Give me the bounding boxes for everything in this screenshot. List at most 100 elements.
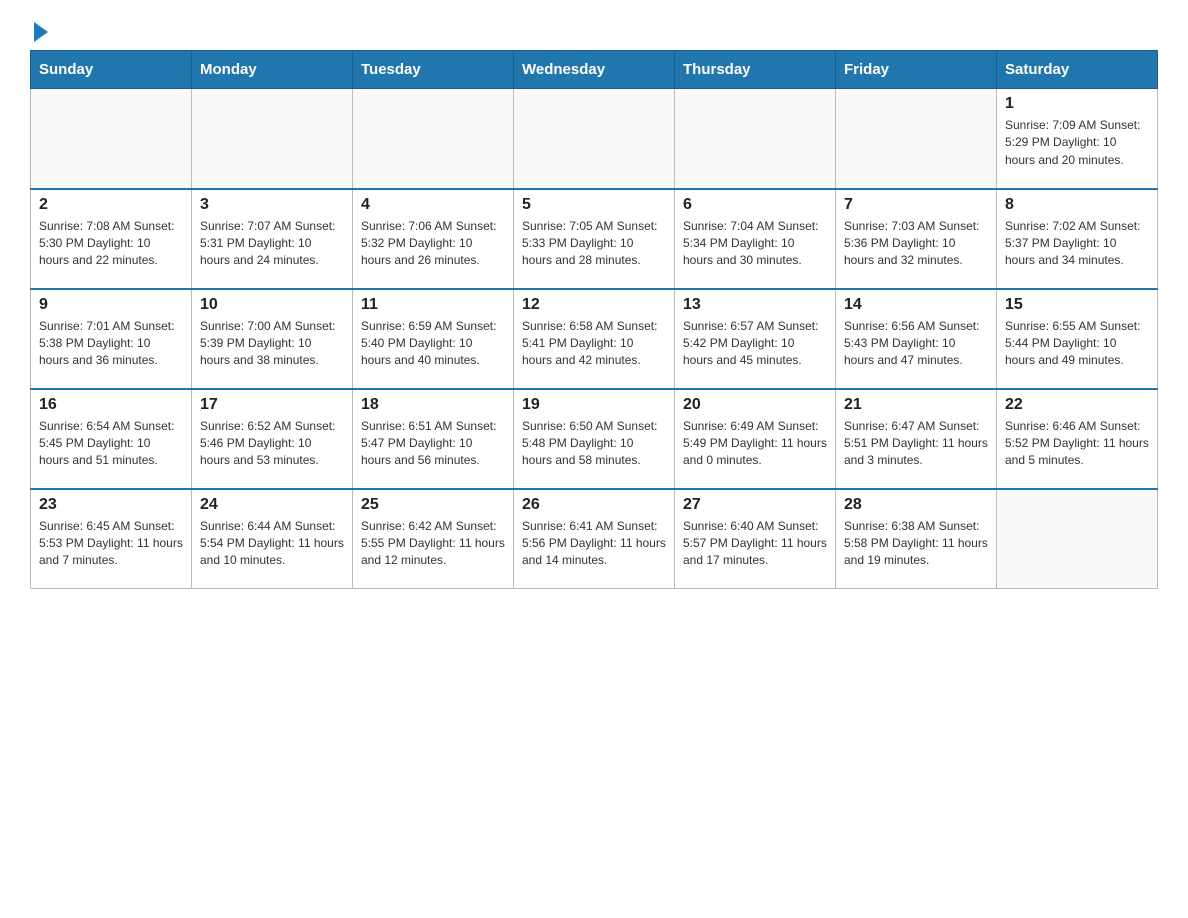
day-info: Sunrise: 6:58 AM Sunset: 5:41 PM Dayligh… xyxy=(522,318,666,370)
day-of-week-header: Monday xyxy=(192,51,353,89)
calendar-week-row: 23Sunrise: 6:45 AM Sunset: 5:53 PM Dayli… xyxy=(31,489,1158,589)
day-of-week-header: Sunday xyxy=(31,51,192,89)
day-number: 15 xyxy=(1005,296,1149,314)
calendar-day-cell xyxy=(353,89,514,189)
day-of-week-header: Thursday xyxy=(675,51,836,89)
day-number: 17 xyxy=(200,396,344,414)
logo-arrow-icon xyxy=(34,22,48,42)
calendar-day-cell: 13 Sunrise: 6:57 AM Sunset: 5:42 PM Dayli… xyxy=(675,289,836,389)
calendar-day-cell xyxy=(997,489,1158,589)
day-info: Sunrise: 7:04 AM Sunset: 5:34 PM Dayligh… xyxy=(683,218,827,270)
calendar-day-cell: 18Sunrise: 6:51 AM Sunset: 5:47 PM Dayli… xyxy=(353,389,514,489)
day-info: Sunrise: 6:40 AM Sunset: 5:57 PM Dayligh… xyxy=(683,518,827,570)
day-info: Sunrise: 6:49 AM Sunset: 5:49 PM Dayligh… xyxy=(683,418,827,470)
calendar-day-cell: 11 Sunrise: 6:59 AM Sunset: 5:40 PM Dayli… xyxy=(353,289,514,389)
calendar-week-row: 9 Sunrise: 7:01 AM Sunset: 5:38 PM Daylig… xyxy=(31,289,1158,389)
calendar-day-cell: 4 Sunrise: 7:06 AM Sunset: 5:32 PM Daylig… xyxy=(353,189,514,289)
day-info: Sunrise: 6:56 AM Sunset: 5:43 PM Dayligh… xyxy=(844,318,988,370)
day-info: Sunrise: 6:57 AM Sunset: 5:42 PM Dayligh… xyxy=(683,318,827,370)
calendar-day-cell xyxy=(192,89,353,189)
calendar-day-cell: 28 Sunrise: 6:38 AM Sunset: 5:58 PM Dayli… xyxy=(836,489,997,589)
calendar-day-cell: 26Sunrise: 6:41 AM Sunset: 5:56 PM Dayli… xyxy=(514,489,675,589)
calendar-header-row: SundayMondayTuesdayWednesdayThursdayFrid… xyxy=(31,51,1158,89)
day-number: 19 xyxy=(522,396,666,414)
day-number: 2 xyxy=(39,196,183,214)
day-number: 28 xyxy=(844,496,988,514)
calendar-day-cell: 10 Sunrise: 7:00 AM Sunset: 5:39 PM Dayli… xyxy=(192,289,353,389)
calendar-day-cell: 1 Sunrise: 7:09 AM Sunset: 5:29 PM Daylig… xyxy=(997,89,1158,189)
day-of-week-header: Tuesday xyxy=(353,51,514,89)
day-number: 20 xyxy=(683,396,827,414)
day-info: Sunrise: 6:50 AM Sunset: 5:48 PM Dayligh… xyxy=(522,418,666,470)
calendar-day-cell: 14 Sunrise: 6:56 AM Sunset: 5:43 PM Dayli… xyxy=(836,289,997,389)
day-number: 23 xyxy=(39,496,183,514)
day-info: Sunrise: 6:59 AM Sunset: 5:40 PM Dayligh… xyxy=(361,318,505,370)
day-info: Sunrise: 7:08 AM Sunset: 5:30 PM Dayligh… xyxy=(39,218,183,270)
day-info: Sunrise: 7:00 AM Sunset: 5:39 PM Dayligh… xyxy=(200,318,344,370)
day-of-week-header: Friday xyxy=(836,51,997,89)
calendar-day-cell: 7 Sunrise: 7:03 AM Sunset: 5:36 PM Daylig… xyxy=(836,189,997,289)
calendar-day-cell: 9 Sunrise: 7:01 AM Sunset: 5:38 PM Daylig… xyxy=(31,289,192,389)
day-number: 9 xyxy=(39,296,183,314)
day-info: Sunrise: 7:03 AM Sunset: 5:36 PM Dayligh… xyxy=(844,218,988,270)
calendar-day-cell: 15 Sunrise: 6:55 AM Sunset: 5:44 PM Dayli… xyxy=(997,289,1158,389)
day-number: 5 xyxy=(522,196,666,214)
page-header xyxy=(30,20,1158,40)
day-info: Sunrise: 7:09 AM Sunset: 5:29 PM Dayligh… xyxy=(1005,117,1149,169)
day-info: Sunrise: 7:06 AM Sunset: 5:32 PM Dayligh… xyxy=(361,218,505,270)
day-number: 24 xyxy=(200,496,344,514)
day-info: Sunrise: 6:47 AM Sunset: 5:51 PM Dayligh… xyxy=(844,418,988,470)
calendar-day-cell: 20 Sunrise: 6:49 AM Sunset: 5:49 PM Dayli… xyxy=(675,389,836,489)
day-number: 18 xyxy=(361,396,505,414)
day-info: Sunrise: 6:52 AM Sunset: 5:46 PM Dayligh… xyxy=(200,418,344,470)
calendar-day-cell: 6 Sunrise: 7:04 AM Sunset: 5:34 PM Daylig… xyxy=(675,189,836,289)
calendar-day-cell xyxy=(514,89,675,189)
calendar-day-cell: 17 Sunrise: 6:52 AM Sunset: 5:46 PM Dayli… xyxy=(192,389,353,489)
calendar-day-cell: 8 Sunrise: 7:02 AM Sunset: 5:37 PM Daylig… xyxy=(997,189,1158,289)
day-number: 26 xyxy=(522,496,666,514)
day-number: 27 xyxy=(683,496,827,514)
day-number: 4 xyxy=(361,196,505,214)
day-number: 16 xyxy=(39,396,183,414)
day-number: 3 xyxy=(200,196,344,214)
day-number: 14 xyxy=(844,296,988,314)
calendar-day-cell: 23Sunrise: 6:45 AM Sunset: 5:53 PM Dayli… xyxy=(31,489,192,589)
calendar-day-cell: 12 Sunrise: 6:58 AM Sunset: 5:41 PM Dayli… xyxy=(514,289,675,389)
day-number: 7 xyxy=(844,196,988,214)
day-info: Sunrise: 7:07 AM Sunset: 5:31 PM Dayligh… xyxy=(200,218,344,270)
day-info: Sunrise: 7:02 AM Sunset: 5:37 PM Dayligh… xyxy=(1005,218,1149,270)
day-number: 1 xyxy=(1005,95,1149,113)
day-info: Sunrise: 6:38 AM Sunset: 5:58 PM Dayligh… xyxy=(844,518,988,570)
day-info: Sunrise: 7:01 AM Sunset: 5:38 PM Dayligh… xyxy=(39,318,183,370)
day-number: 21 xyxy=(844,396,988,414)
calendar-day-cell: 5 Sunrise: 7:05 AM Sunset: 5:33 PM Daylig… xyxy=(514,189,675,289)
day-info: Sunrise: 7:05 AM Sunset: 5:33 PM Dayligh… xyxy=(522,218,666,270)
calendar-day-cell: 22 Sunrise: 6:46 AM Sunset: 5:52 PM Dayli… xyxy=(997,389,1158,489)
logo xyxy=(30,20,48,40)
day-info: Sunrise: 6:55 AM Sunset: 5:44 PM Dayligh… xyxy=(1005,318,1149,370)
calendar-day-cell: 3 Sunrise: 7:07 AM Sunset: 5:31 PM Daylig… xyxy=(192,189,353,289)
calendar-day-cell: 2 Sunrise: 7:08 AM Sunset: 5:30 PM Daylig… xyxy=(31,189,192,289)
calendar-week-row: 1 Sunrise: 7:09 AM Sunset: 5:29 PM Daylig… xyxy=(31,89,1158,189)
day-number: 6 xyxy=(683,196,827,214)
day-number: 10 xyxy=(200,296,344,314)
day-info: Sunrise: 6:42 AM Sunset: 5:55 PM Dayligh… xyxy=(361,518,505,570)
day-number: 12 xyxy=(522,296,666,314)
day-number: 8 xyxy=(1005,196,1149,214)
calendar-day-cell: 19 Sunrise: 6:50 AM Sunset: 5:48 PM Dayli… xyxy=(514,389,675,489)
calendar-day-cell: 24 Sunrise: 6:44 AM Sunset: 5:54 PM Dayli… xyxy=(192,489,353,589)
day-number: 13 xyxy=(683,296,827,314)
calendar-day-cell: 21 Sunrise: 6:47 AM Sunset: 5:51 PM Dayli… xyxy=(836,389,997,489)
day-info: Sunrise: 6:44 AM Sunset: 5:54 PM Dayligh… xyxy=(200,518,344,570)
calendar-day-cell: 27 Sunrise: 6:40 AM Sunset: 5:57 PM Dayli… xyxy=(675,489,836,589)
calendar-day-cell: 25Sunrise: 6:42 AM Sunset: 5:55 PM Dayli… xyxy=(353,489,514,589)
calendar-table: SundayMondayTuesdayWednesdayThursdayFrid… xyxy=(30,50,1158,589)
day-of-week-header: Saturday xyxy=(997,51,1158,89)
day-number: 11 xyxy=(361,296,505,314)
day-number: 22 xyxy=(1005,396,1149,414)
calendar-day-cell: 16 Sunrise: 6:54 AM Sunset: 5:45 PM Dayli… xyxy=(31,389,192,489)
day-info: Sunrise: 6:54 AM Sunset: 5:45 PM Dayligh… xyxy=(39,418,183,470)
calendar-week-row: 16 Sunrise: 6:54 AM Sunset: 5:45 PM Dayli… xyxy=(31,389,1158,489)
day-info: Sunrise: 6:46 AM Sunset: 5:52 PM Dayligh… xyxy=(1005,418,1149,470)
calendar-day-cell xyxy=(836,89,997,189)
